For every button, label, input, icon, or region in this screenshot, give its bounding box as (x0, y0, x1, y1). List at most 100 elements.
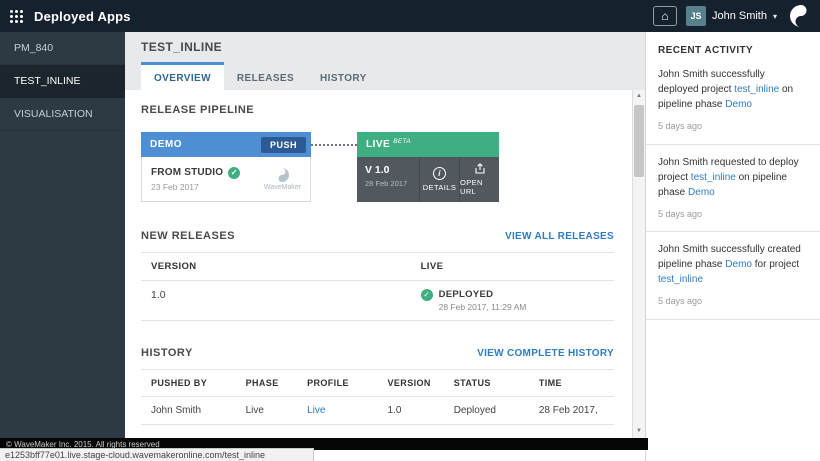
live-phase-card: LIVE BETA V 1.0 28 Feb 2017 i DETAILS (357, 132, 499, 202)
user-name: John Smith (712, 10, 767, 22)
recent-activity-panel: RECENT ACTIVITY John Smith successfully … (645, 32, 820, 461)
home-icon[interactable]: ⌂ (653, 6, 677, 26)
new-releases-table: VERSION LIVE 1.0 ✓ DEPLOYED (141, 252, 614, 321)
column-profile: PROFILE (297, 370, 377, 397)
column-version: VERSION (141, 253, 411, 281)
check-icon: ✓ (421, 289, 433, 301)
history-heading: HISTORY (141, 347, 193, 359)
tab-history[interactable]: HISTORY (307, 62, 380, 90)
wavemaker-logo-icon[interactable] (790, 5, 812, 27)
sidebar-item-test-inline[interactable]: TEST_INLINE (0, 65, 125, 98)
column-version: VERSION (377, 370, 443, 397)
push-button[interactable]: PUSH (261, 137, 306, 153)
new-releases-heading: NEW RELEASES (141, 230, 235, 242)
demo-phase-label: DEMO (150, 139, 182, 150)
deployed-status: DEPLOYED (439, 289, 527, 300)
sidebar-item-visualisation[interactable]: VISUALISATION (0, 98, 125, 131)
column-pushed-by: PUSHED BY (141, 370, 236, 397)
history-pushed-by: John Smith (141, 397, 236, 425)
history-version: 1.0 (377, 397, 443, 425)
live-phase-label: LIVE (366, 139, 390, 150)
details-label: DETAILS (423, 183, 457, 192)
activity-time: 5 days ago (658, 208, 808, 222)
recent-activity-heading: RECENT ACTIVITY (646, 32, 820, 65)
open-url-icon (474, 163, 486, 175)
tabs-row: OVERVIEW RELEASES HISTORY (125, 62, 645, 90)
scrollbar-thumb[interactable] (634, 105, 644, 177)
demo-phase-body: FROM STUDIO ✓ 23 Feb 2017 WaveMaker (141, 157, 311, 202)
apps-grid-icon[interactable] (10, 10, 23, 23)
deployed-time: 28 Feb 2017, 11:29 AM (439, 302, 527, 312)
table-row: John Smith Live Live 1.0 Deployed 28 Feb… (141, 397, 614, 425)
from-studio-label: FROM STUDIO (151, 167, 223, 178)
history-section: HISTORY VIEW COMPLETE HISTORY PUSHED BY … (141, 347, 614, 425)
main-panel: TEST_INLINE OVERVIEW RELEASES HISTORY RE… (125, 32, 645, 461)
live-phase-body: V 1.0 28 Feb 2017 i DETAILS (357, 157, 499, 202)
pipeline-connector (311, 144, 357, 202)
activity-text: for project (752, 259, 799, 270)
pipeline-row: DEMO PUSH FROM STUDIO ✓ 23 Feb 2017 (141, 132, 614, 202)
activity-item: John Smith requested to deploy project t… (646, 145, 820, 233)
vertical-scrollbar[interactable]: ▲ ▼ (632, 90, 645, 438)
live-phase-header: LIVE BETA (357, 132, 499, 157)
activity-time: 5 days ago (658, 120, 808, 134)
beta-badge: BETA (393, 138, 411, 145)
wavemaker-brand-badge: WaveMaker (264, 168, 301, 191)
history-status: Deployed (444, 397, 529, 425)
history-table: PUSHED BY PHASE PROFILE VERSION STATUS T… (141, 369, 614, 425)
live-version: V 1.0 (365, 164, 411, 176)
page-title: TEST_INLINE (125, 32, 645, 62)
status-url: e1253bff77e01.live.stage-cloud.wavemaker… (5, 450, 265, 460)
history-profile: Live (297, 397, 377, 425)
overview-content: RELEASE PIPELINE DEMO PUSH FROM STUDIO ✓ (125, 90, 632, 438)
view-all-releases-link[interactable]: VIEW ALL RELEASES (505, 231, 614, 242)
user-menu[interactable]: JS John Smith ▾ (686, 6, 777, 26)
demo-date: 23 Feb 2017 (151, 182, 240, 192)
tab-releases[interactable]: RELEASES (224, 62, 307, 90)
scroll-down-icon[interactable]: ▼ (633, 425, 645, 438)
history-phase: Live (236, 397, 297, 425)
demo-phase-header: DEMO PUSH (141, 132, 311, 157)
avatar: JS (686, 6, 706, 26)
release-version-cell: 1.0 (141, 281, 411, 321)
app-title: Deployed Apps (34, 9, 131, 24)
profile-link[interactable]: Live (307, 405, 325, 416)
column-time: TIME (529, 370, 614, 397)
details-button[interactable]: i DETAILS (420, 157, 459, 202)
activity-item: John Smith successfully created pipeline… (646, 232, 820, 320)
project-link[interactable]: test_inline (658, 274, 703, 285)
live-version-block: V 1.0 28 Feb 2017 (357, 157, 419, 202)
phase-link[interactable]: Demo (725, 99, 752, 110)
activity-time: 5 days ago (658, 295, 808, 309)
chevron-down-icon: ▾ (773, 12, 777, 21)
sidebar-item-pm-840[interactable]: PM_840 (0, 32, 125, 65)
table-row: 1.0 ✓ DEPLOYED 28 Feb 2017, 11:29 AM (141, 281, 614, 321)
home-glyph: ⌂ (661, 9, 668, 23)
project-link[interactable]: test_inline (691, 172, 736, 183)
history-time: 28 Feb 2017, (529, 397, 614, 425)
wavemaker-swirl-icon (275, 168, 289, 182)
deployed-apps-window: Deployed Apps ⌂ JS John Smith ▾ PM_840 T… (0, 0, 820, 461)
column-phase: PHASE (236, 370, 297, 397)
info-icon: i (433, 167, 446, 180)
open-url-button[interactable]: OPEN URL (460, 157, 499, 202)
phase-link[interactable]: Demo (688, 187, 715, 198)
demo-phase-card: DEMO PUSH FROM STUDIO ✓ 23 Feb 2017 (141, 132, 311, 202)
tab-overview[interactable]: OVERVIEW (141, 62, 224, 90)
activity-item: John Smith successfully deployed project… (646, 65, 820, 145)
project-sidebar: PM_840 TEST_INLINE VISUALISATION (0, 32, 125, 461)
project-link[interactable]: test_inline (734, 84, 779, 95)
topbar-right: ⌂ JS John Smith ▾ (653, 5, 812, 27)
phase-link[interactable]: Demo (725, 259, 752, 270)
check-icon: ✓ (228, 167, 240, 179)
wavemaker-brand-label: WaveMaker (264, 184, 301, 191)
top-bar: Deployed Apps ⌂ JS John Smith ▾ (0, 0, 820, 32)
demo-source-block: FROM STUDIO ✓ 23 Feb 2017 (151, 167, 240, 192)
live-date: 28 Feb 2017 (365, 179, 411, 188)
view-complete-history-link[interactable]: VIEW COMPLETE HISTORY (477, 348, 614, 359)
scroll-up-icon[interactable]: ▲ (633, 90, 645, 103)
column-live: LIVE (411, 253, 614, 281)
status-url-tooltip: e1253bff77e01.live.stage-cloud.wavemaker… (0, 448, 314, 461)
release-live-cell: ✓ DEPLOYED 28 Feb 2017, 11:29 AM (411, 281, 614, 321)
new-releases-section: NEW RELEASES VIEW ALL RELEASES VERSION L… (141, 230, 614, 321)
